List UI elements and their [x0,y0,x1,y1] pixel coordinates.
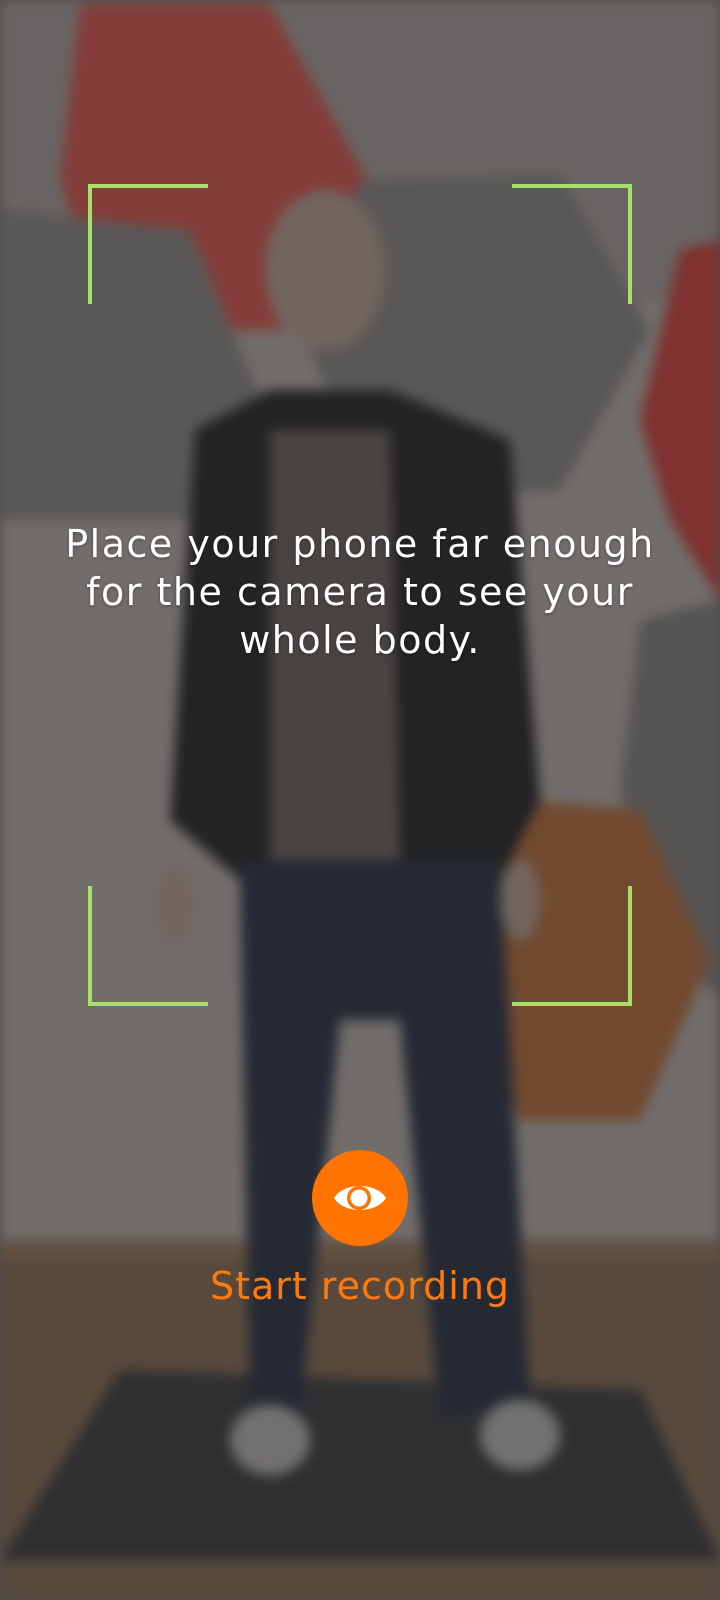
camera-screen: Place your phone far enough for the came… [0,0,720,1600]
frame-corner-bottom-right [512,886,632,1006]
frame-corner-bottom-left [88,886,208,1006]
start-recording-label[interactable]: Start recording [200,1262,520,1310]
frame-corner-top-left [88,184,208,304]
start-recording-button[interactable]: Start recording [200,1150,520,1310]
frame-corner-top-right [512,184,632,304]
eye-icon[interactable] [312,1150,408,1246]
instruction-text: Place your phone far enough for the came… [65,522,655,662]
